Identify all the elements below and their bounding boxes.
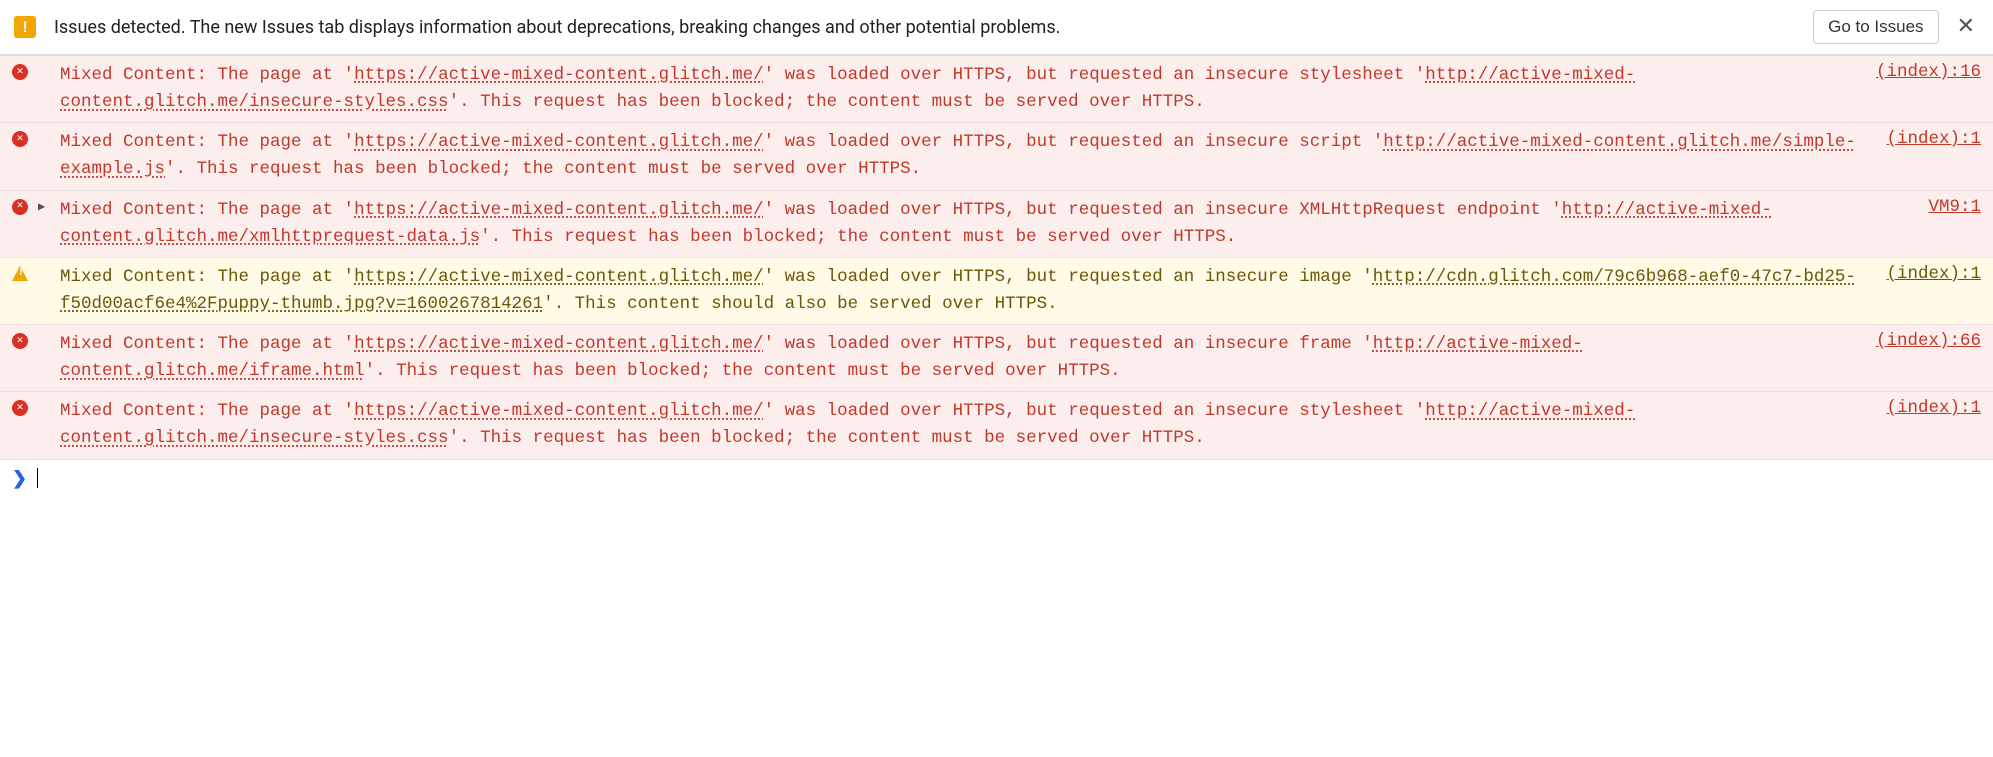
source-link[interactable]: (index):1 xyxy=(1886,129,1981,149)
issues-bar-left: ! Issues detected. The new Issues tab di… xyxy=(14,16,1799,38)
url-link[interactable]: http://active-mixed-content.glitch.me/in… xyxy=(60,65,1635,112)
console-row: ✕ Mixed Content: The page at 'https://act… xyxy=(0,122,1993,189)
url-link[interactable]: https://active-mixed-content.glitch.me/ xyxy=(354,132,764,152)
issues-badge-icon: ! xyxy=(14,16,36,38)
error-icon: ✕ xyxy=(10,197,30,215)
error-icon: ✕ xyxy=(10,331,30,349)
text-cursor xyxy=(37,468,38,488)
console-row: Mixed Content: The page at 'https://acti… xyxy=(0,257,1993,324)
console-row: ✕ ▶ Mixed Content: The page at 'https://ac… xyxy=(0,190,1993,257)
issues-bar: ! Issues detected. The new Issues tab di… xyxy=(0,0,1993,55)
console-row: ✕ Mixed Content: The page at 'https://act… xyxy=(0,55,1993,122)
url-link[interactable]: https://active-mixed-content.glitch.me/ xyxy=(354,267,764,287)
error-icon: ✕ xyxy=(10,62,30,80)
console-message: Mixed Content: The page at 'https://acti… xyxy=(60,398,1878,452)
expand-toggle xyxy=(38,331,52,333)
console-message: Mixed Content: The page at 'https://acti… xyxy=(60,264,1878,318)
error-icon: ✕ xyxy=(10,398,30,416)
console-row: ✕ Mixed Content: The page at 'https://act… xyxy=(0,324,1993,391)
console-prompt[interactable]: ❯ xyxy=(0,459,1993,497)
url-link[interactable]: https://active-mixed-content.glitch.me/ xyxy=(354,65,764,85)
console-message: Mixed Content: The page at 'https://acti… xyxy=(60,331,1868,385)
console-message: Mixed Content: The page at 'https://acti… xyxy=(60,129,1878,183)
url-link[interactable]: http://active-mixed-content.glitch.me/xm… xyxy=(60,200,1772,247)
issues-bar-text: Issues detected. The new Issues tab disp… xyxy=(54,17,1060,38)
close-issues-bar-button[interactable]: ✕ xyxy=(1953,16,1979,38)
expand-toggle xyxy=(38,398,52,400)
console-row: ✕ Mixed Content: The page at 'https://act… xyxy=(0,391,1993,458)
url-link[interactable]: http://active-mixed-content.glitch.me/if… xyxy=(60,334,1583,381)
console-message: Mixed Content: The page at 'https://acti… xyxy=(60,62,1868,116)
url-link[interactable]: https://active-mixed-content.glitch.me/ xyxy=(354,334,764,354)
expand-toggle[interactable]: ▶ xyxy=(38,197,52,214)
url-link[interactable]: http://cdn.glitch.com/79c6b968-aef0-47c7… xyxy=(60,267,1856,314)
url-link[interactable]: http://active-mixed-content.glitch.me/si… xyxy=(60,132,1856,179)
console-input[interactable] xyxy=(48,468,1981,488)
source-link[interactable]: (index):1 xyxy=(1886,264,1981,284)
source-link[interactable]: VM9:1 xyxy=(1928,197,1981,217)
console-message: Mixed Content: The page at 'https://acti… xyxy=(60,197,1920,251)
source-link[interactable]: (index):66 xyxy=(1876,331,1981,351)
warning-icon xyxy=(10,264,30,281)
expand-toggle xyxy=(38,264,52,266)
expand-toggle xyxy=(38,129,52,131)
prompt-caret-icon: ❯ xyxy=(12,468,27,489)
url-link[interactable]: https://active-mixed-content.glitch.me/ xyxy=(354,401,764,421)
console-log: ✕ Mixed Content: The page at 'https://act… xyxy=(0,55,1993,459)
expand-toggle xyxy=(38,62,52,64)
url-link[interactable]: https://active-mixed-content.glitch.me/ xyxy=(354,200,764,220)
error-icon: ✕ xyxy=(10,129,30,147)
source-link[interactable]: (index):16 xyxy=(1876,62,1981,82)
source-link[interactable]: (index):1 xyxy=(1886,398,1981,418)
url-link[interactable]: http://active-mixed-content.glitch.me/in… xyxy=(60,401,1635,448)
go-to-issues-button[interactable]: Go to Issues xyxy=(1813,10,1938,44)
